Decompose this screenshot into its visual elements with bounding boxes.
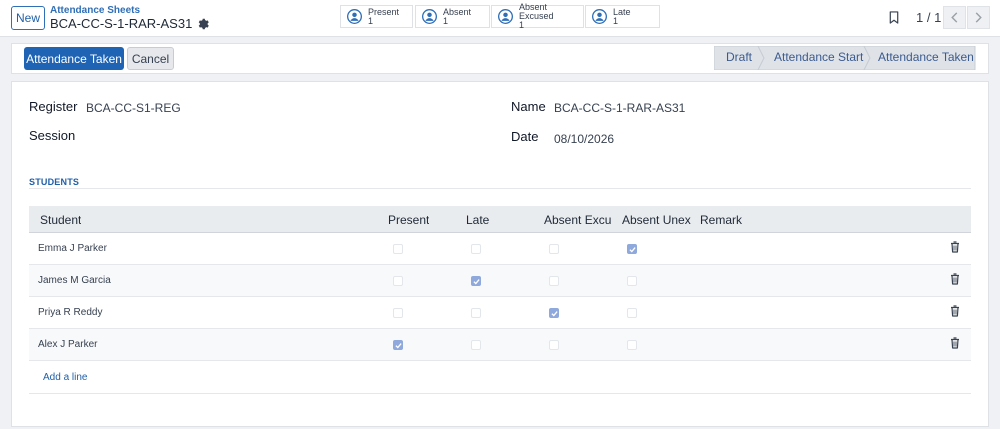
- user-circle-icon: [592, 9, 607, 24]
- user-circle-icon: [498, 9, 513, 24]
- absent-unexcused-checkbox[interactable]: [627, 340, 637, 350]
- date-field[interactable]: 08/10/2026: [554, 132, 614, 146]
- table-row[interactable]: Alex J Parker: [29, 329, 971, 361]
- column-absent-excused[interactable]: Absent Excu: [544, 213, 618, 227]
- stat-button-present[interactable]: Present 1: [340, 5, 413, 28]
- late-checkbox[interactable]: [471, 244, 481, 254]
- student-name: Emma J Parker: [38, 243, 107, 254]
- stage-attendance-start[interactable]: Attendance Start: [774, 50, 863, 64]
- stage-draft[interactable]: Draft: [726, 50, 752, 64]
- register-field[interactable]: BCA-CC-S1-REG: [86, 101, 181, 115]
- stat-button-absent[interactable]: Absent 1: [415, 5, 490, 28]
- present-checkbox[interactable]: [393, 244, 403, 254]
- table-row[interactable]: Priya R Reddy: [29, 297, 971, 329]
- chevron-right-icon: [975, 12, 982, 23]
- student-name: Alex J Parker: [38, 339, 98, 350]
- register-label: Register: [29, 99, 78, 114]
- stat-button-late[interactable]: Late 1: [585, 5, 660, 28]
- date-label: Date: [511, 129, 539, 144]
- student-name: Priya R Reddy: [38, 307, 103, 318]
- student-name: James M Garcia: [38, 275, 111, 286]
- record-name: BCA-CC-S-1-RAR-AS31: [50, 16, 193, 31]
- column-absent-unexcused[interactable]: Absent Unex: [622, 213, 696, 227]
- absent-unexcused-checkbox[interactable]: [627, 276, 637, 286]
- column-late[interactable]: Late: [466, 213, 489, 227]
- bookmark-icon[interactable]: [888, 11, 900, 24]
- attendance-taken-button[interactable]: Attendance Taken: [24, 47, 124, 70]
- late-checkbox[interactable]: [471, 276, 481, 286]
- absent-excused-checkbox[interactable]: [549, 276, 559, 286]
- cancel-button[interactable]: Cancel: [127, 47, 174, 70]
- absent-excused-checkbox[interactable]: [549, 308, 559, 318]
- trash-icon[interactable]: [950, 273, 960, 285]
- stat-count: 1: [519, 20, 525, 30]
- control-panel: New Attendance Sheets BCA-CC-S-1-RAR-AS3…: [0, 0, 1000, 37]
- absent-unexcused-checkbox[interactable]: [627, 244, 637, 254]
- table-header: Student Present Late Absent Excu Absent …: [29, 206, 971, 233]
- section-divider: [29, 188, 971, 189]
- record-title: BCA-CC-S-1-RAR-AS31: [50, 16, 210, 31]
- absent-excused-checkbox[interactable]: [549, 340, 559, 350]
- name-field[interactable]: BCA-CC-S-1-RAR-AS31: [554, 101, 685, 115]
- stat-count: 1: [368, 15, 374, 26]
- session-label: Session: [29, 128, 76, 143]
- late-checkbox[interactable]: [471, 340, 481, 350]
- absent-excused-checkbox[interactable]: [549, 244, 559, 254]
- stat-count: 1: [443, 15, 449, 26]
- new-button[interactable]: New: [11, 6, 45, 30]
- table-footer-divider: [29, 393, 971, 394]
- pager-previous-button[interactable]: [943, 6, 966, 29]
- add-line-link[interactable]: Add a line: [43, 372, 87, 383]
- late-checkbox[interactable]: [471, 308, 481, 318]
- students-section-title: STUDENTS: [29, 177, 80, 187]
- column-remark[interactable]: Remark: [700, 213, 742, 227]
- column-present[interactable]: Present: [388, 213, 429, 227]
- chevron-left-icon: [951, 12, 958, 23]
- absent-unexcused-checkbox[interactable]: [627, 308, 637, 318]
- breadcrumb[interactable]: Attendance Sheets: [50, 5, 140, 16]
- stage-attendance-taken[interactable]: Attendance Taken: [878, 50, 974, 64]
- name-label: Name: [511, 99, 546, 114]
- stat-count: 1: [613, 15, 619, 26]
- trash-icon[interactable]: [950, 305, 960, 317]
- present-checkbox[interactable]: [393, 340, 403, 350]
- trash-icon[interactable]: [950, 241, 960, 253]
- pager-value[interactable]: 1 / 1: [916, 10, 941, 25]
- gear-icon[interactable]: [197, 18, 210, 30]
- table-row[interactable]: Emma J Parker: [29, 233, 971, 265]
- stat-label: Absent Excused: [519, 2, 554, 21]
- present-checkbox[interactable]: [393, 308, 403, 318]
- pager-next-button[interactable]: [967, 6, 990, 29]
- present-checkbox[interactable]: [393, 276, 403, 286]
- user-circle-icon: [347, 9, 362, 24]
- user-circle-icon: [422, 9, 437, 24]
- column-student[interactable]: Student: [40, 213, 81, 227]
- table-row[interactable]: James M Garcia: [29, 265, 971, 297]
- stat-button-absent-excused[interactable]: Absent Excused 1: [491, 2, 584, 30]
- trash-icon[interactable]: [950, 337, 960, 349]
